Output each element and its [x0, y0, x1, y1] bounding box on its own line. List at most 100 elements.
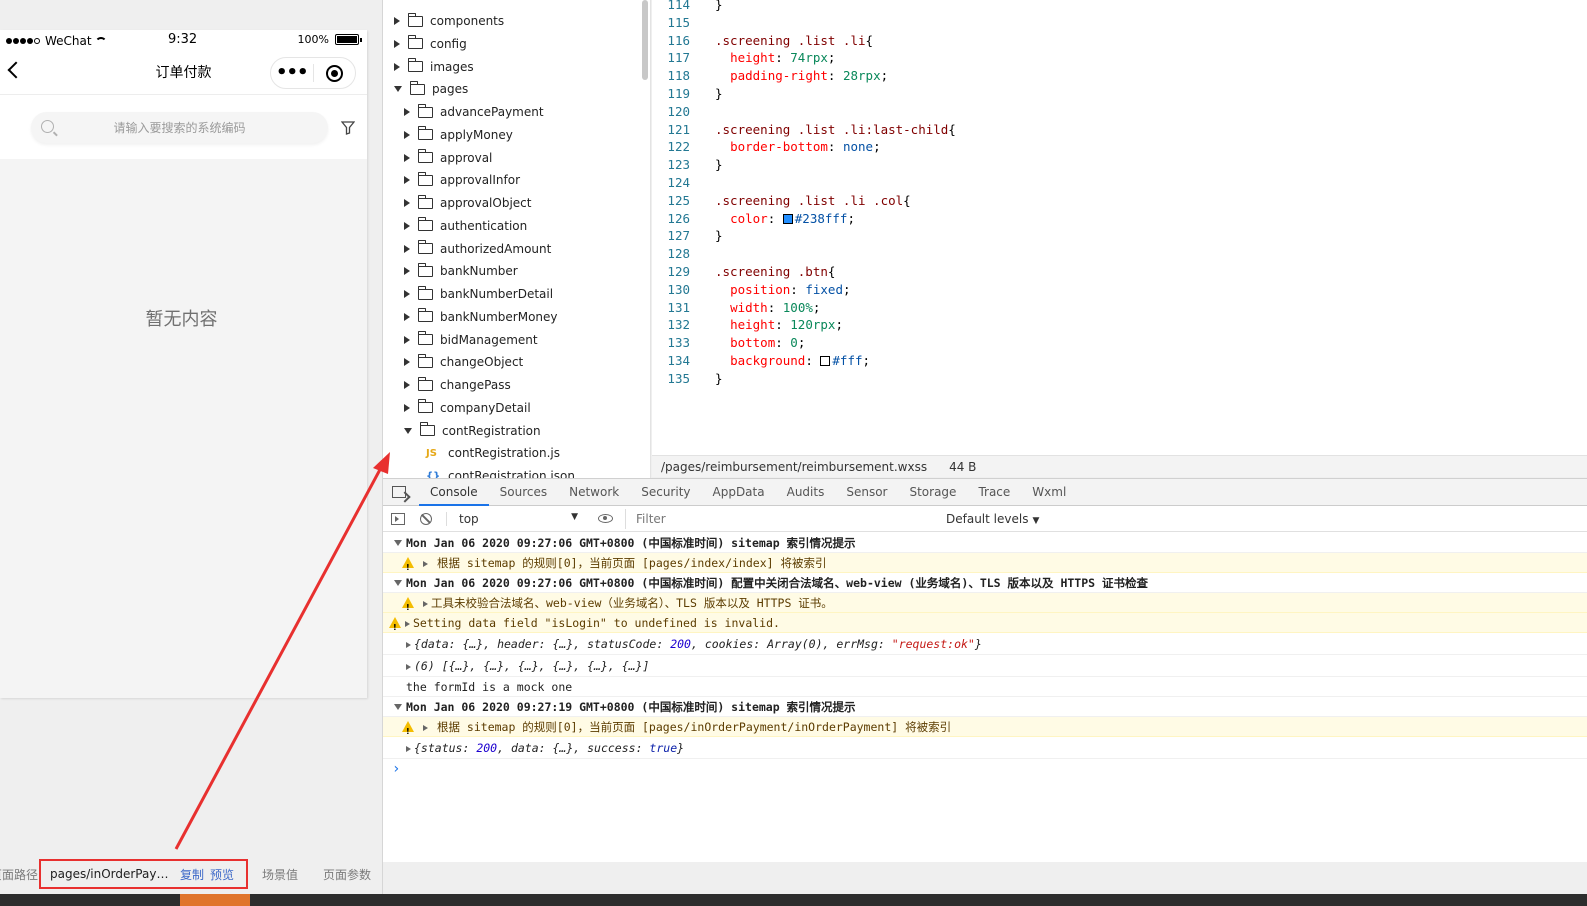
code-text: .screening .list .li:last-child{	[715, 121, 956, 139]
console-filter-input[interactable]	[625, 508, 938, 529]
tree-item[interactable]: approvalObject	[404, 192, 531, 214]
collapsed-arrow-icon[interactable]	[404, 358, 410, 367]
code-text: border-bottom: none;	[715, 138, 881, 156]
console-object[interactable]: {data: {…}, header: {…}, statusCode: 200…	[383, 633, 1587, 655]
collapsed-arrow-icon[interactable]	[404, 312, 410, 321]
expanded-arrow-icon[interactable]	[394, 704, 402, 710]
filter-icon[interactable]	[341, 121, 355, 135]
expanded-arrow-icon[interactable]	[394, 540, 402, 546]
console-object[interactable]: (6) [{…}, {…}, {…}, {…}, {…}, {…}]	[383, 655, 1587, 677]
tab-appdata[interactable]: AppData	[702, 479, 776, 506]
collapsed-arrow-icon[interactable]	[406, 746, 411, 752]
inspect-element-icon[interactable]	[392, 486, 406, 498]
color-swatch-icon[interactable]	[820, 356, 831, 366]
collapsed-arrow-icon[interactable]	[404, 335, 410, 344]
console-object[interactable]: {status: 200, data: {…}, success: true}	[383, 737, 1587, 759]
tab-storage[interactable]: Storage	[898, 479, 967, 506]
log-levels-dropdown[interactable]: Default levels ▼	[946, 512, 1039, 526]
code-token: height	[730, 317, 776, 333]
collapsed-arrow-icon[interactable]	[405, 621, 410, 627]
code-token: ;	[835, 317, 843, 333]
tab-audits[interactable]: Audits	[776, 479, 836, 506]
tree-item[interactable]: pages	[394, 78, 468, 100]
tree-item[interactable]: bidManagement	[404, 329, 538, 351]
tab-wxml[interactable]: Wxml	[1021, 479, 1077, 506]
code-token: height	[730, 50, 776, 66]
color-swatch-icon[interactable]	[782, 213, 793, 224]
tree-item[interactable]: changePass	[404, 374, 511, 396]
tab-security[interactable]: Security	[630, 479, 701, 506]
line-number: 129	[667, 264, 690, 279]
tree-item[interactable]: authentication	[404, 215, 527, 237]
expanded-arrow-icon[interactable]	[394, 580, 402, 586]
console-prompt[interactable]: ›	[383, 759, 1587, 779]
folder-open-icon	[420, 422, 435, 436]
collapsed-arrow-icon[interactable]	[406, 664, 411, 670]
tree-scrollbar[interactable]	[642, 0, 648, 80]
live-expression-eye-icon[interactable]	[598, 514, 613, 523]
collapsed-arrow-icon[interactable]	[423, 561, 428, 567]
collapsed-arrow-icon[interactable]	[404, 381, 410, 389]
tree-item[interactable]: bankNumber	[404, 260, 518, 282]
collapsed-arrow-icon[interactable]	[423, 601, 428, 607]
console-group-header[interactable]: Mon Jan 06 2020 09:27:06 GMT+0800 (中国标准时…	[383, 573, 1587, 593]
console-group-header[interactable]: Mon Jan 06 2020 09:27:06 GMT+0800 (中国标准时…	[383, 533, 1587, 553]
tree-item[interactable]: config	[394, 33, 467, 55]
scene-value-tab[interactable]: 场景值	[262, 866, 298, 883]
tree-item[interactable]: advancePayment	[404, 101, 544, 123]
collapsed-arrow-icon[interactable]	[404, 244, 410, 253]
tree-item[interactable]: approval	[404, 147, 492, 169]
tab-sensor[interactable]: Sensor	[835, 479, 898, 506]
copy-link[interactable]: 复制	[180, 866, 204, 883]
expanded-arrow-icon[interactable]	[404, 427, 412, 434]
search-box[interactable]	[31, 112, 328, 143]
tree-item[interactable]: components	[394, 10, 504, 32]
tab-console[interactable]: Console	[419, 479, 489, 506]
collapsed-arrow-icon[interactable]	[423, 725, 428, 731]
code-token: #238fff	[794, 210, 848, 226]
tab-trace[interactable]: Trace	[967, 479, 1021, 506]
tree-item[interactable]: {} contRegistration.json	[426, 465, 575, 478]
collapsed-arrow-icon[interactable]	[394, 62, 400, 71]
collapsed-arrow-icon[interactable]	[404, 176, 410, 185]
tree-item[interactable]: approvalInfor	[404, 169, 520, 191]
tab-network[interactable]: Network	[558, 479, 630, 506]
more-icon[interactable]: •••	[271, 63, 313, 83]
tree-item[interactable]: images	[394, 56, 474, 78]
collapsed-arrow-icon[interactable]	[404, 153, 410, 162]
tree-item[interactable]: changeObject	[404, 351, 523, 373]
collapsed-arrow-icon[interactable]	[404, 267, 410, 276]
tree-item[interactable]: bankNumberDetail	[404, 283, 553, 305]
collapsed-arrow-icon[interactable]	[404, 403, 410, 412]
collapsed-arrow-icon[interactable]	[406, 642, 411, 648]
tree-item[interactable]: applyMoney	[404, 124, 513, 146]
folder-icon	[418, 240, 433, 254]
page-params-tab[interactable]: 页面参数	[323, 866, 371, 883]
tree-item[interactable]: JS contRegistration.js	[426, 442, 560, 464]
tree-item[interactable]: contRegistration	[404, 420, 541, 442]
collapsed-arrow-icon[interactable]	[404, 130, 410, 139]
collapsed-arrow-icon[interactable]	[404, 221, 410, 230]
status-time: 9:32	[168, 32, 198, 47]
console-group-header[interactable]: Mon Jan 06 2020 09:27:19 GMT+0800 (中国标准时…	[383, 697, 1587, 717]
collapsed-arrow-icon[interactable]	[404, 199, 410, 207]
nav-bar: 订单付款 •••	[0, 50, 367, 95]
code-token: ;	[827, 50, 836, 66]
tree-item[interactable]: authorizedAmount	[404, 238, 551, 260]
tree-item[interactable]: companyDetail	[404, 397, 531, 419]
search-input[interactable]	[31, 120, 328, 135]
code-editor[interactable]: 114} 115 116 .screening .list .li{117 heigh…	[652, 0, 1587, 455]
collapsed-arrow-icon[interactable]	[404, 290, 410, 298]
tree-item[interactable]: bankNumberMoney	[404, 306, 558, 328]
collapsed-arrow-icon[interactable]	[404, 108, 410, 116]
collapsed-arrow-icon[interactable]	[394, 17, 400, 25]
tab-sources[interactable]: Sources	[489, 479, 558, 506]
close-miniprogram-button[interactable]	[313, 64, 355, 82]
collapsed-arrow-icon[interactable]	[394, 39, 400, 48]
clear-console-icon[interactable]	[420, 512, 432, 525]
code-token: .screening .list .li	[715, 32, 866, 48]
preview-link[interactable]: 预览	[210, 866, 234, 883]
expanded-arrow-icon[interactable]	[394, 86, 402, 93]
context-select[interactable]: top ▼	[446, 511, 578, 526]
sidebar-toggle-icon[interactable]	[391, 512, 405, 525]
